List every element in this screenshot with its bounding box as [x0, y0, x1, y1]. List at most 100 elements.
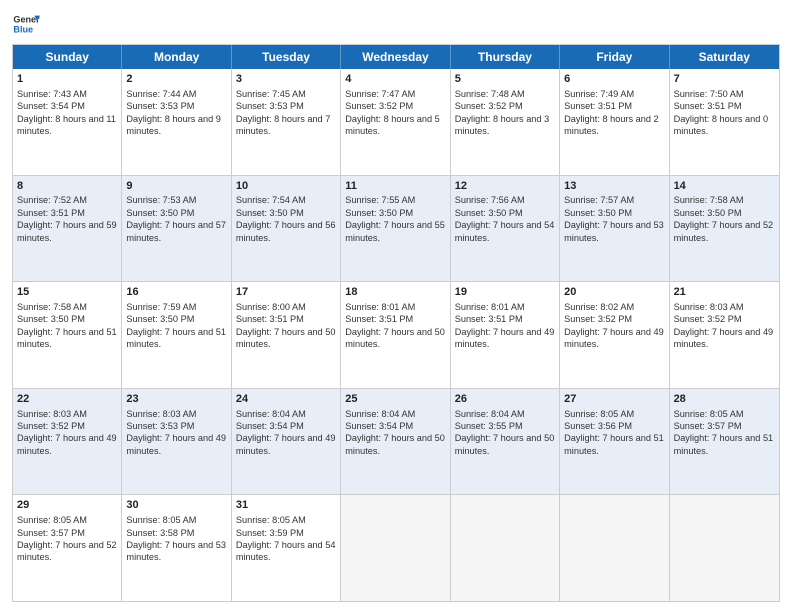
day-cell-19: 19 Sunrise: 8:01 AMSunset: 3:51 PMDayligh… — [451, 282, 560, 388]
day-info: Sunrise: 7:56 AMSunset: 3:50 PMDaylight:… — [455, 195, 555, 242]
day-header-friday: Friday — [560, 45, 669, 69]
day-number: 3 — [236, 72, 336, 87]
main-container: General Blue SundayMondayTuesdayWednesda… — [0, 0, 792, 612]
day-info: Sunrise: 8:03 AMSunset: 3:53 PMDaylight:… — [126, 409, 226, 456]
day-cell-10: 10Sunrise: 7:54 AMSunset: 3:50 PMDayligh… — [232, 176, 341, 282]
day-header-saturday: Saturday — [670, 45, 779, 69]
day-number: 19 — [455, 285, 555, 300]
svg-text:Blue: Blue — [13, 24, 33, 34]
day-number: 14 — [674, 179, 775, 194]
day-number: 9 — [126, 179, 226, 194]
day-info: Sunrise: 8:05 AMSunset: 3:58 PMDaylight:… — [126, 515, 226, 562]
day-number: 28 — [674, 392, 775, 407]
empty-cell — [341, 495, 450, 601]
day-number: 23 — [126, 392, 226, 407]
day-info: Sunrise: 7:43 AMSunset: 3:54 PMDaylight:… — [17, 89, 116, 136]
day-cell-1: 1 Sunrise: 7:43 AMSunset: 3:54 PMDaylight… — [13, 69, 122, 175]
day-cell-31: 31 Sunrise: 8:05 AMSunset: 3:59 PMDayligh… — [232, 495, 341, 601]
day-number: 6 — [564, 72, 664, 87]
day-number: 10 — [236, 179, 336, 194]
day-cell-16: 16 Sunrise: 7:59 AMSunset: 3:50 PMDayligh… — [122, 282, 231, 388]
day-number: 8 — [17, 179, 117, 194]
day-info: Sunrise: 8:01 AMSunset: 3:51 PMDaylight:… — [345, 302, 445, 349]
calendar-week-4: 22 Sunrise: 8:03 AMSunset: 3:52 PMDayligh… — [13, 389, 779, 496]
day-number: 29 — [17, 498, 117, 513]
day-info: Sunrise: 8:00 AMSunset: 3:51 PMDaylight:… — [236, 302, 336, 349]
day-info: Sunrise: 7:50 AMSunset: 3:51 PMDaylight:… — [674, 89, 769, 136]
day-number: 27 — [564, 392, 664, 407]
day-info: Sunrise: 8:04 AMSunset: 3:55 PMDaylight:… — [455, 409, 555, 456]
day-number: 18 — [345, 285, 445, 300]
day-cell-8: 8Sunrise: 7:52 AMSunset: 3:51 PMDaylight… — [13, 176, 122, 282]
day-info: Sunrise: 8:05 AMSunset: 3:57 PMDaylight:… — [17, 515, 117, 562]
day-number: 17 — [236, 285, 336, 300]
empty-cell — [670, 495, 779, 601]
day-info: Sunrise: 7:54 AMSunset: 3:50 PMDaylight:… — [236, 195, 336, 242]
day-number: 21 — [674, 285, 775, 300]
day-cell-15: 15 Sunrise: 7:58 AMSunset: 3:50 PMDayligh… — [13, 282, 122, 388]
empty-cell — [451, 495, 560, 601]
day-cell-3: 3Sunrise: 7:45 AMSunset: 3:53 PMDaylight… — [232, 69, 341, 175]
day-number: 1 — [17, 72, 117, 87]
day-cell-11: 11Sunrise: 7:55 AMSunset: 3:50 PMDayligh… — [341, 176, 450, 282]
empty-cell — [560, 495, 669, 601]
day-info: Sunrise: 8:03 AMSunset: 3:52 PMDaylight:… — [17, 409, 117, 456]
day-cell-23: 23 Sunrise: 8:03 AMSunset: 3:53 PMDayligh… — [122, 389, 231, 495]
day-number: 31 — [236, 498, 336, 513]
day-info: Sunrise: 7:53 AMSunset: 3:50 PMDaylight:… — [126, 195, 226, 242]
day-header-sunday: Sunday — [13, 45, 122, 69]
calendar-week-1: 1 Sunrise: 7:43 AMSunset: 3:54 PMDaylight… — [13, 69, 779, 176]
day-cell-12: 12Sunrise: 7:56 AMSunset: 3:50 PMDayligh… — [451, 176, 560, 282]
day-info: Sunrise: 8:03 AMSunset: 3:52 PMDaylight:… — [674, 302, 774, 349]
day-info: Sunrise: 8:05 AMSunset: 3:56 PMDaylight:… — [564, 409, 664, 456]
day-info: Sunrise: 8:05 AMSunset: 3:59 PMDaylight:… — [236, 515, 336, 562]
day-info: Sunrise: 7:47 AMSunset: 3:52 PMDaylight:… — [345, 89, 440, 136]
day-info: Sunrise: 8:04 AMSunset: 3:54 PMDaylight:… — [236, 409, 336, 456]
day-info: Sunrise: 7:59 AMSunset: 3:50 PMDaylight:… — [126, 302, 226, 349]
day-number: 7 — [674, 72, 775, 87]
day-cell-25: 25 Sunrise: 8:04 AMSunset: 3:54 PMDayligh… — [341, 389, 450, 495]
logo-icon: General Blue — [12, 10, 40, 38]
day-info: Sunrise: 7:58 AMSunset: 3:50 PMDaylight:… — [17, 302, 117, 349]
day-cell-2: 2Sunrise: 7:44 AMSunset: 3:53 PMDaylight… — [122, 69, 231, 175]
calendar-week-3: 15 Sunrise: 7:58 AMSunset: 3:50 PMDayligh… — [13, 282, 779, 389]
calendar-header-row: SundayMondayTuesdayWednesdayThursdayFrid… — [13, 45, 779, 69]
day-number: 26 — [455, 392, 555, 407]
day-cell-4: 4 Sunrise: 7:47 AMSunset: 3:52 PMDaylight… — [341, 69, 450, 175]
day-number: 22 — [17, 392, 117, 407]
day-number: 15 — [17, 285, 117, 300]
day-number: 30 — [126, 498, 226, 513]
day-cell-21: 21 Sunrise: 8:03 AMSunset: 3:52 PMDayligh… — [670, 282, 779, 388]
day-number: 16 — [126, 285, 226, 300]
day-cell-6: 6 Sunrise: 7:49 AMSunset: 3:51 PMDaylight… — [560, 69, 669, 175]
day-cell-18: 18 Sunrise: 8:01 AMSunset: 3:51 PMDayligh… — [341, 282, 450, 388]
day-number: 13 — [564, 179, 664, 194]
day-cell-17: 17 Sunrise: 8:00 AMSunset: 3:51 PMDayligh… — [232, 282, 341, 388]
calendar-week-2: 8Sunrise: 7:52 AMSunset: 3:51 PMDaylight… — [13, 176, 779, 283]
calendar-week-5: 29 Sunrise: 8:05 AMSunset: 3:57 PMDayligh… — [13, 495, 779, 601]
logo: General Blue — [12, 10, 40, 38]
day-cell-24: 24Sunrise: 8:04 AMSunset: 3:54 PMDayligh… — [232, 389, 341, 495]
day-info: Sunrise: 8:05 AMSunset: 3:57 PMDaylight:… — [674, 409, 774, 456]
day-header-thursday: Thursday — [451, 45, 560, 69]
day-info: Sunrise: 7:48 AMSunset: 3:52 PMDaylight:… — [455, 89, 550, 136]
day-number: 4 — [345, 72, 445, 87]
day-cell-26: 26 Sunrise: 8:04 AMSunset: 3:55 PMDayligh… — [451, 389, 560, 495]
day-cell-9: 9Sunrise: 7:53 AMSunset: 3:50 PMDaylight… — [122, 176, 231, 282]
day-info: Sunrise: 7:49 AMSunset: 3:51 PMDaylight:… — [564, 89, 659, 136]
day-info: Sunrise: 8:02 AMSunset: 3:52 PMDaylight:… — [564, 302, 664, 349]
day-number: 2 — [126, 72, 226, 87]
day-cell-29: 29 Sunrise: 8:05 AMSunset: 3:57 PMDayligh… — [13, 495, 122, 601]
day-info: Sunrise: 7:55 AMSunset: 3:50 PMDaylight:… — [345, 195, 445, 242]
day-header-tuesday: Tuesday — [232, 45, 341, 69]
day-number: 11 — [345, 179, 445, 194]
day-number: 12 — [455, 179, 555, 194]
day-cell-22: 22 Sunrise: 8:03 AMSunset: 3:52 PMDayligh… — [13, 389, 122, 495]
day-number: 5 — [455, 72, 555, 87]
day-info: Sunrise: 8:01 AMSunset: 3:51 PMDaylight:… — [455, 302, 555, 349]
day-info: Sunrise: 8:04 AMSunset: 3:54 PMDaylight:… — [345, 409, 445, 456]
day-number: 25 — [345, 392, 445, 407]
day-cell-5: 5 Sunrise: 7:48 AMSunset: 3:52 PMDaylight… — [451, 69, 560, 175]
day-cell-27: 27 Sunrise: 8:05 AMSunset: 3:56 PMDayligh… — [560, 389, 669, 495]
calendar-body: 1 Sunrise: 7:43 AMSunset: 3:54 PMDaylight… — [13, 69, 779, 601]
